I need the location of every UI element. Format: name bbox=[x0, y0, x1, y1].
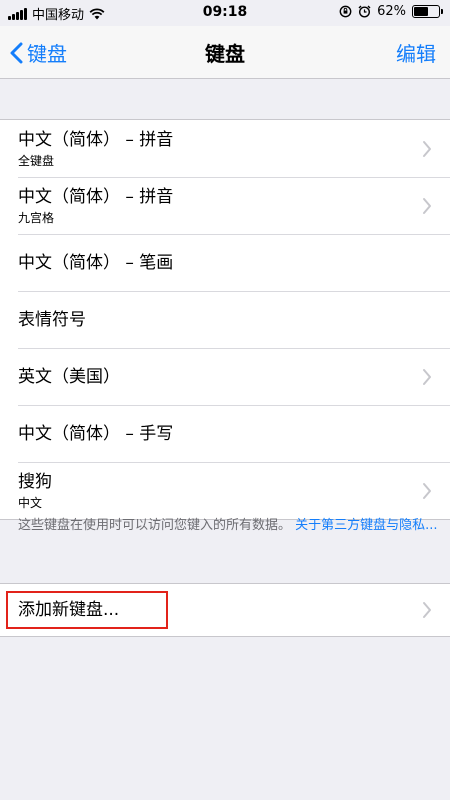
chevron-right-icon bbox=[423, 197, 431, 214]
alarm-icon bbox=[358, 5, 371, 18]
add-keyboard-row[interactable]: 添加新键盘... bbox=[0, 584, 450, 636]
page-title: 键盘 bbox=[205, 42, 245, 66]
keyboard-title: 英文（美国） bbox=[18, 366, 120, 387]
chevron-right-icon bbox=[423, 482, 431, 499]
chevron-right-icon bbox=[423, 368, 431, 385]
keyboard-subtitle: 九宫格 bbox=[18, 210, 55, 225]
keyboard-list: 中文（简体） – 拼音 全键盘 中文（简体） – 拼音 九宫格 中文（简体） –… bbox=[0, 119, 450, 520]
keyboard-row[interactable]: 中文（简体） – 笔画 bbox=[0, 234, 450, 291]
keyboard-title: 搜狗 bbox=[18, 471, 52, 492]
keyboard-title: 中文（简体） – 拼音 bbox=[18, 129, 174, 150]
keyboard-title: 表情符号 bbox=[18, 309, 86, 330]
chevron-right-icon bbox=[423, 602, 431, 618]
keyboard-title: 中文（简体） – 笔画 bbox=[18, 252, 174, 273]
navigation-bar: 键盘 键盘 编辑 bbox=[0, 26, 450, 79]
battery-fill bbox=[414, 7, 428, 16]
privacy-link[interactable]: 关于第三方键盘与隐私... bbox=[295, 518, 437, 533]
keyboard-subtitle: 全键盘 bbox=[18, 153, 55, 168]
keyboard-title: 中文（简体） – 手写 bbox=[18, 423, 174, 444]
keyboard-row[interactable]: 中文（简体） – 手写 bbox=[0, 405, 450, 462]
keyboard-row[interactable]: 中文（简体） – 拼音 全键盘 bbox=[0, 120, 450, 177]
keyboard-subtitle: 中文 bbox=[18, 495, 43, 510]
keyboard-row[interactable]: 表情符号 bbox=[0, 291, 450, 348]
privacy-note: 这些键盘在使用时可以访问您键入的所有数据。 关于第三方键盘与隐私... bbox=[18, 516, 438, 536]
keyboard-row[interactable]: 中文（简体） – 拼音 九宫格 bbox=[0, 177, 450, 234]
privacy-note-text: 这些键盘在使用时可以访问您键入的所有数据。 bbox=[18, 518, 292, 533]
add-keyboard-label: 添加新键盘... bbox=[18, 600, 120, 620]
chevron-right-icon bbox=[423, 140, 431, 157]
status-right: 62% bbox=[339, 4, 443, 19]
keyboard-row[interactable]: 搜狗 中文 bbox=[0, 462, 450, 519]
battery-percent: 62% bbox=[377, 4, 406, 19]
keyboard-row[interactable]: 英文（美国） bbox=[0, 348, 450, 405]
rotation-lock-icon bbox=[339, 5, 352, 18]
status-bar: 中国移动 09:18 62% bbox=[0, 0, 450, 26]
battery-icon bbox=[412, 5, 443, 18]
add-keyboard-group: 添加新键盘... bbox=[0, 583, 450, 637]
edit-button[interactable]: 编辑 bbox=[396, 38, 436, 67]
keyboard-title: 中文（简体） – 拼音 bbox=[18, 186, 174, 207]
